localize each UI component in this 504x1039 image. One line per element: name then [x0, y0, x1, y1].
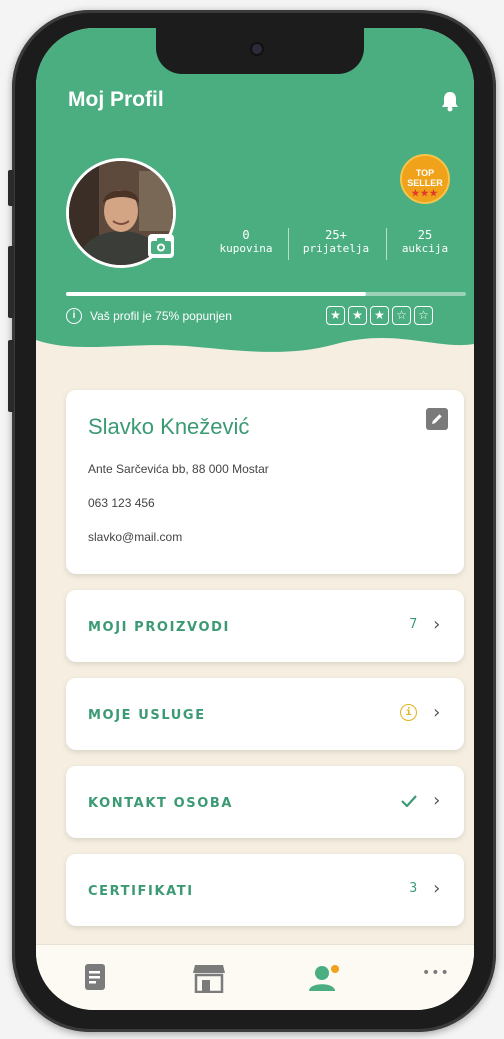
menu-item-label: CERTIFIKATI: [88, 884, 194, 899]
silent-switch: [8, 170, 14, 206]
menu-item-label: KONTAKT OSOBA: [88, 796, 234, 811]
profile-stats: 0 kupovina 25+ prijatelja 25 aukcija: [204, 228, 464, 268]
badge-line-2: SELLER: [407, 178, 443, 188]
chevron-right-icon: ›: [431, 614, 442, 635]
star-filled-icon: ★: [326, 306, 345, 325]
menu-item-meta: 3 ›: [409, 878, 442, 899]
menu-item-contact-person[interactable]: KONTAKT OSOBA ›: [66, 766, 464, 838]
stat-value: 25: [417, 228, 433, 242]
star-filled-icon: ★: [348, 306, 367, 325]
seller-rating: ★ ★ ★ ☆ ☆: [326, 306, 433, 325]
menu-item-meta: 7 ›: [409, 614, 442, 635]
chevron-right-icon: ›: [431, 702, 442, 723]
menu-item-label: MOJE USLUGE: [88, 708, 206, 723]
volume-up-button: [8, 246, 14, 318]
menu-item-meta: ›: [401, 790, 442, 811]
stat-divider: [288, 228, 289, 260]
camera-dot: [252, 44, 262, 54]
nav-more[interactable]: •••: [422, 965, 450, 981]
stat-label: prijatelja: [302, 242, 370, 255]
stat-label: kupovina: [219, 242, 273, 255]
stat-divider: [386, 228, 387, 260]
profile-email: slavko@mail.com: [88, 530, 183, 544]
star-filled-icon: ★: [370, 306, 389, 325]
volume-down-button: [8, 340, 14, 412]
menu-item-label: MOJI PROIZVODI: [88, 620, 230, 635]
app-screen: Moj Profil TOP SELLER ★★★ 0 kupovina 25+…: [36, 28, 474, 1010]
change-photo-button[interactable]: [148, 234, 174, 258]
store-icon: [193, 965, 225, 994]
menu-item-services[interactable]: MOJE USLUGE i ›: [66, 678, 464, 750]
profile-icon: [309, 965, 339, 991]
stat-value: 0: [242, 228, 250, 242]
menu-item-products[interactable]: MOJI PROIZVODI 7 ›: [66, 590, 464, 662]
notch: [156, 28, 364, 74]
warning-icon: i: [400, 704, 418, 721]
stat-friends[interactable]: 25+ prijatelja: [292, 228, 380, 256]
stat-value: 25+: [325, 228, 347, 242]
badge-stars: ★★★: [411, 188, 439, 198]
menu-item-count: 7: [409, 617, 418, 632]
chevron-right-icon: ›: [431, 878, 442, 899]
nav-profile[interactable]: [308, 963, 342, 997]
page-title: Moj Profil: [68, 88, 164, 111]
bell-icon[interactable]: [440, 90, 460, 112]
edit-profile-button[interactable]: [426, 408, 448, 430]
menu-item-certificates[interactable]: CERTIFIKATI 3 ›: [66, 854, 464, 926]
stat-auctions[interactable]: 25 aukcija: [390, 228, 460, 256]
stat-purchases[interactable]: 0 kupovina: [210, 228, 282, 256]
info-icon: i: [66, 308, 82, 324]
badge-line-1: TOP: [415, 168, 435, 178]
profile-phone: 063 123 456: [88, 496, 155, 510]
camera-icon: [151, 238, 171, 254]
bottom-navigation: •••: [36, 944, 474, 1010]
profile-address: Ante Sarčevića bb, 88 000 Mostar: [88, 462, 269, 476]
nav-document[interactable]: [84, 963, 106, 995]
profile-progress-fill: [66, 292, 366, 296]
profile-completion-text: Vaš profil je 75% popunjen: [90, 309, 232, 323]
profile-card: Slavko Knežević Ante Sarčevića bb, 88 00…: [66, 390, 464, 574]
chevron-right-icon: ›: [431, 790, 442, 811]
profile-completion-note: i Vaš profil je 75% popunjen: [66, 308, 232, 324]
nav-store[interactable]: [192, 963, 226, 997]
top-seller-badge: TOP SELLER ★★★: [400, 154, 450, 204]
document-icon: [85, 964, 105, 990]
check-icon: [401, 794, 417, 807]
menu-item-count: 3: [409, 881, 418, 896]
star-empty-icon: ☆: [414, 306, 433, 325]
stat-label: aukcija: [401, 242, 449, 255]
pencil-icon: [432, 414, 442, 424]
menu-item-meta: i ›: [400, 702, 442, 723]
star-empty-icon: ☆: [392, 306, 411, 325]
more-icon: •••: [422, 965, 450, 981]
profile-progress-bar: [66, 292, 466, 296]
profile-name: Slavko Knežević: [88, 414, 250, 439]
